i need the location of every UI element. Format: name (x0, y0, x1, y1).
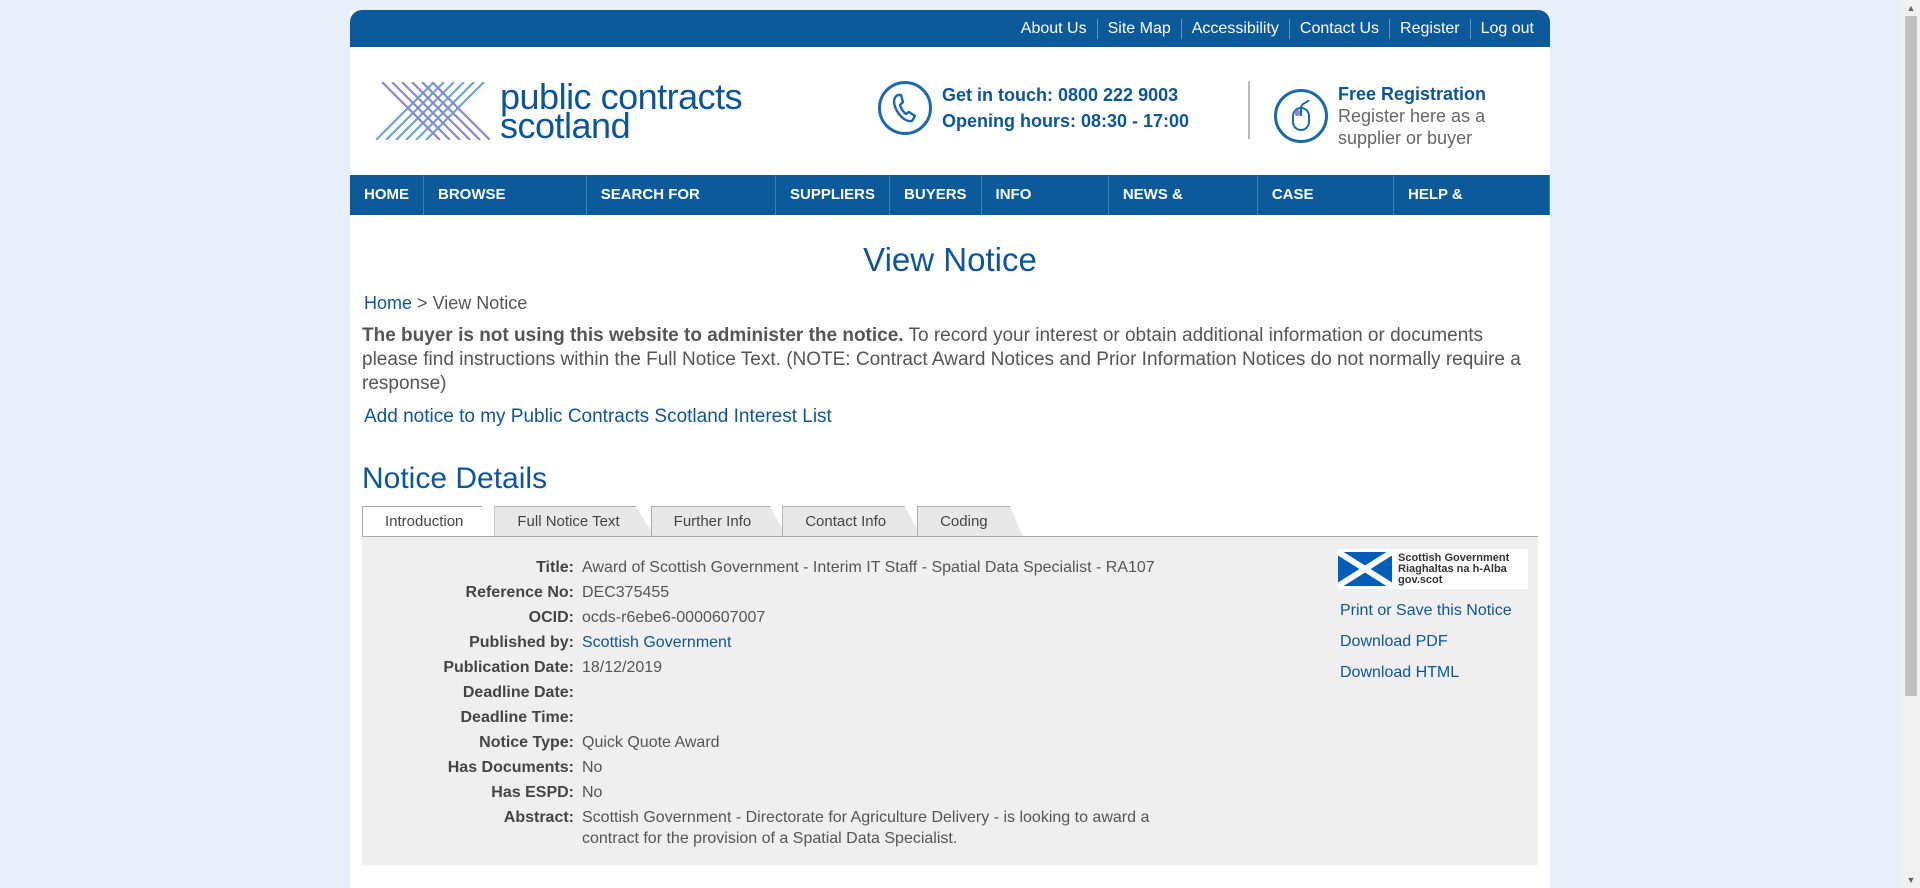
nav-case-studies[interactable]: CASE STUDIES (1258, 175, 1394, 243)
field-label: Title: (536, 559, 574, 576)
opening-hours-text: Opening hours: 08:30 - 17:00 (942, 111, 1190, 131)
scroll-down-arrow-icon[interactable]: ▼ (1902, 872, 1920, 888)
notice-fields: Title: Award of Scottish Government - In… (362, 555, 1262, 849)
field-row-deadline-date: Deadline Date: (362, 680, 1262, 705)
tab-further-info[interactable]: Further Info (650, 506, 787, 536)
scrollbar-thumb[interactable] (1905, 16, 1917, 696)
field-value (582, 680, 1162, 705)
site-logo[interactable]: public contracts scotland (376, 79, 743, 144)
log-out-link[interactable]: Log out (1469, 18, 1544, 39)
scottish-government-logo: Scottish Government Riaghaltas na h-Alba… (1338, 549, 1528, 589)
about-us-link[interactable]: About Us (1011, 19, 1097, 39)
field-value (582, 705, 1162, 730)
field-value: DEC375455 (582, 584, 670, 601)
nav-buyers[interactable]: BUYERS (890, 175, 982, 215)
breadcrumb-current: View Notice (432, 293, 528, 313)
notice-info-message: The buyer is not using this website to a… (362, 324, 1538, 396)
phone-icon (878, 81, 932, 135)
nav-news-events[interactable]: NEWS & EVENTS (1109, 175, 1258, 243)
field-label: Published by: (469, 634, 574, 651)
top-utility-bar: About Us Site Map Accessibility Contact … (350, 10, 1550, 47)
breadcrumb-separator: > (417, 293, 428, 313)
field-row-has-documents: Has Documents: No (362, 755, 1262, 780)
nav-help-support[interactable]: HELP & SUPPORT (1394, 175, 1550, 243)
free-registration-title: Free Registration (1338, 84, 1487, 104)
field-row-ocid: OCID: ocds-r6ebe6-0000607007 (362, 605, 1262, 630)
register-line1: Register here as a (1338, 106, 1486, 126)
field-row-publication-date: Publication Date: 18/12/2019 (362, 655, 1262, 680)
nav-suppliers[interactable]: SUPPLIERS (776, 175, 891, 215)
breadcrumb-home-link[interactable]: Home (364, 293, 412, 313)
field-label: Deadline Time: (460, 709, 574, 726)
notice-tabs: Introduction Full Notice Text Further In… (362, 504, 1538, 536)
field-label: Publication Date: (443, 659, 574, 676)
register-link[interactable]: Register (1389, 18, 1470, 39)
tab-coding[interactable]: Coding (917, 506, 1023, 536)
notice-actions: Scottish Government Riaghaltas na h-Alba… (1338, 549, 1528, 682)
accessibility-link[interactable]: Accessibility (1180, 18, 1289, 39)
notice-details-heading: Notice Details (362, 462, 548, 495)
field-label: Notice Type: (479, 734, 574, 751)
field-row-abstract: Abstract: Scottish Government - Director… (362, 805, 1262, 849)
nav-info-centre[interactable]: INFO CENTRE (982, 175, 1109, 243)
nav-home[interactable]: HOME (350, 175, 424, 215)
field-row-notice-type: Notice Type: Quick Quote Award (362, 730, 1262, 755)
tab-full-notice-text[interactable]: Full Notice Text (494, 506, 655, 536)
main-content: View Notice Home > View Notice The buyer… (350, 241, 1550, 865)
field-label: OCID: (528, 609, 574, 626)
main-nav: HOME BROWSE NOTICES SEARCH FOR BUYERS SU… (350, 175, 1550, 243)
field-value: No (582, 759, 603, 776)
field-label: Has Documents: (447, 759, 574, 776)
field-row-published-by: Published by: Scottish Government (362, 630, 1262, 655)
field-row-title: Title: Award of Scottish Government - In… (362, 555, 1262, 580)
field-value: 18/12/2019 (582, 659, 663, 676)
page-container: About Us Site Map Accessibility Contact … (350, 10, 1550, 888)
nav-search-for-buyers[interactable]: SEARCH FOR BUYERS (587, 175, 776, 243)
field-label: Has ESPD: (491, 784, 574, 801)
download-pdf-link[interactable]: Download PDF (1340, 633, 1528, 651)
tab-introduction[interactable]: Introduction (362, 506, 499, 536)
field-label: Reference No: (465, 584, 574, 601)
notice-info-bold: The buyer is not using this website to a… (362, 325, 904, 346)
mouse-icon (1274, 89, 1328, 143)
gov-logo-line2: Riaghaltas na h-Alba (1398, 562, 1507, 575)
saltire-lattice-icon (376, 82, 490, 140)
field-label: Deadline Date: (462, 684, 574, 701)
field-row-deadline-time: Deadline Time: (362, 705, 1262, 730)
field-label: Abstract: (503, 809, 574, 826)
field-row-reference: Reference No: DEC375455 (362, 580, 1262, 605)
vertical-scrollbar[interactable]: ▲ ▼ (1902, 0, 1920, 888)
phone-number-text: Get in touch: 0800 222 9003 (942, 85, 1179, 105)
field-value: ocds-r6ebe6-0000607007 (582, 609, 766, 626)
tab-contact-info[interactable]: Contact Info (782, 506, 922, 536)
print-save-notice-link[interactable]: Print or Save this Notice (1340, 602, 1528, 620)
published-by-link[interactable]: Scottish Government (582, 630, 1162, 655)
download-html-link[interactable]: Download HTML (1340, 664, 1528, 682)
header-divider (1248, 81, 1250, 139)
field-row-has-espd: Has ESPD: No (362, 780, 1262, 805)
gov-logo-line3: gov.scot (1398, 573, 1443, 586)
field-value: Quick Quote Award (582, 734, 720, 751)
breadcrumb: Home > View Notice (364, 293, 1538, 314)
gov-logo-line1: Scottish Government (1398, 551, 1510, 564)
contact-us-link[interactable]: Contact Us (1288, 18, 1389, 39)
site-header: public contracts scotland Get in touch: … (350, 47, 1550, 175)
register-line2: supplier or buyer (1338, 128, 1473, 148)
nav-browse-notices[interactable]: BROWSE NOTICES (424, 175, 587, 243)
saltire-flag-icon (1338, 552, 1392, 586)
free-registration-block[interactable]: Free Registration Register here as a sup… (1274, 83, 1486, 149)
page-title: View Notice (863, 241, 1037, 278)
field-value: Award of Scottish Government - Interim I… (582, 559, 1155, 576)
site-map-link[interactable]: Site Map (1096, 18, 1181, 39)
field-value: No (582, 784, 603, 801)
field-value: Scottish Government - Directorate for Ag… (582, 809, 1150, 847)
contact-block: Get in touch: 0800 222 9003 Opening hour… (878, 81, 1189, 135)
introduction-panel: Title: Award of Scottish Government - In… (362, 536, 1538, 865)
scroll-up-arrow-icon[interactable]: ▲ (1902, 0, 1920, 16)
add-to-interest-list-link[interactable]: Add notice to my Public Contracts Scotla… (364, 406, 1538, 428)
